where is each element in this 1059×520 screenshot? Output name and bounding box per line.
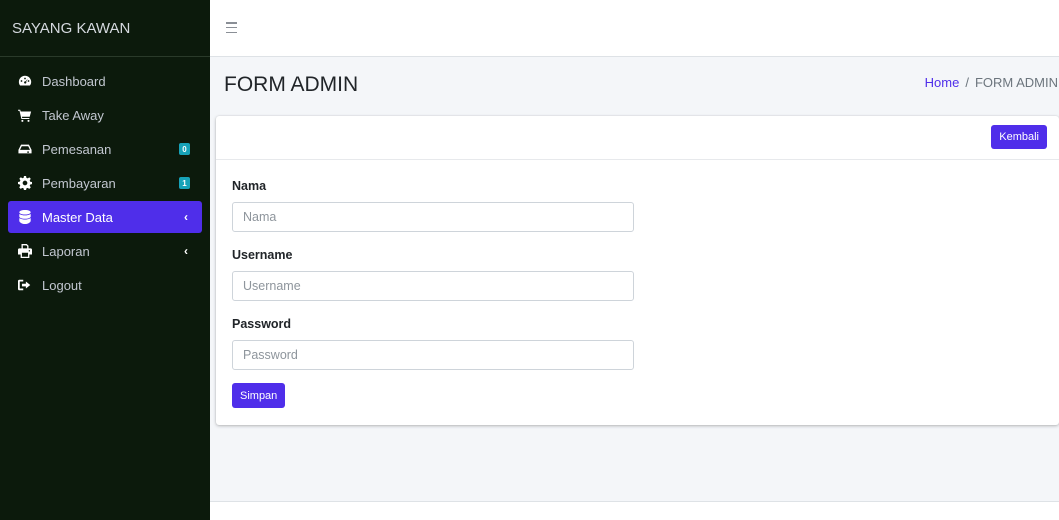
sidebar-item-take-away[interactable]: Take Away — [8, 99, 202, 131]
nama-label: Nama — [232, 179, 267, 193]
print-icon — [16, 244, 34, 258]
tachometer-icon — [16, 74, 34, 88]
sidebar-item-label: Pemesanan — [42, 141, 112, 157]
breadcrumb-current: FORM ADMIN — [974, 75, 1058, 90]
password-input[interactable] — [232, 340, 634, 370]
back-button[interactable]: Kembali — [991, 125, 1047, 149]
database-icon — [16, 210, 34, 224]
top-navbar — [210, 0, 1059, 57]
count-badge: 0 — [179, 143, 190, 155]
breadcrumb: Home / FORM ADMIN — [925, 75, 1058, 90]
page-title: FORM ADMIN — [224, 73, 359, 96]
footer — [210, 501, 1059, 520]
sidebar-item-label: Master Data — [42, 209, 113, 225]
cog-icon — [16, 176, 34, 190]
breadcrumb-home-link[interactable]: Home — [925, 75, 960, 90]
sign-out-icon — [16, 278, 34, 292]
card-body: Nama Username Password Simpan — [216, 160, 1059, 425]
password-label: Password — [232, 317, 292, 331]
admin-form-card: Kembali Nama Username Password Simpan — [216, 116, 1059, 425]
sidebar-item-pemesanan[interactable]: Pemesanan 0 — [8, 133, 202, 165]
save-button[interactable]: Simpan — [232, 383, 286, 408]
chevron-left-icon: ‹ — [184, 210, 188, 224]
shopping-cart-icon — [16, 108, 34, 122]
sidebar-item-label: Logout — [42, 277, 82, 293]
count-badge: 1 — [179, 177, 190, 189]
sidebar-item-laporan[interactable]: Laporan ‹ — [8, 235, 202, 267]
sidebar-item-label: Laporan — [42, 243, 90, 259]
nama-input[interactable] — [232, 202, 634, 232]
sidebar-item-logout[interactable]: Logout — [8, 269, 202, 301]
sidebar-item-pembayaran[interactable]: Pembayaran 1 — [8, 167, 202, 199]
sidebar-item-label: Dashboard — [42, 73, 106, 89]
content-header: FORM ADMIN Home / FORM ADMIN — [210, 57, 1059, 115]
hdd-icon — [16, 142, 34, 156]
brand-title[interactable]: SAYANG KAWAN — [0, 0, 210, 57]
sidebar-item-label: Take Away — [42, 107, 104, 123]
card-header: Kembali — [216, 116, 1059, 160]
sidebar-item-label: Pembayaran — [42, 175, 116, 191]
username-label: Username — [232, 248, 293, 262]
sidebar-item-master-data[interactable]: Master Data ‹ — [8, 201, 202, 233]
chevron-left-icon: ‹ — [184, 244, 188, 258]
menu-toggle-icon[interactable] — [226, 22, 237, 33]
sidebar: SAYANG KAWAN Dashboard Take Away Pemesan… — [0, 0, 210, 520]
username-input[interactable] — [232, 271, 634, 301]
breadcrumb-separator: / — [965, 75, 969, 90]
sidebar-menu: Dashboard Take Away Pemesanan 0 Pembayar… — [0, 57, 210, 301]
sidebar-item-dashboard[interactable]: Dashboard — [8, 65, 202, 97]
